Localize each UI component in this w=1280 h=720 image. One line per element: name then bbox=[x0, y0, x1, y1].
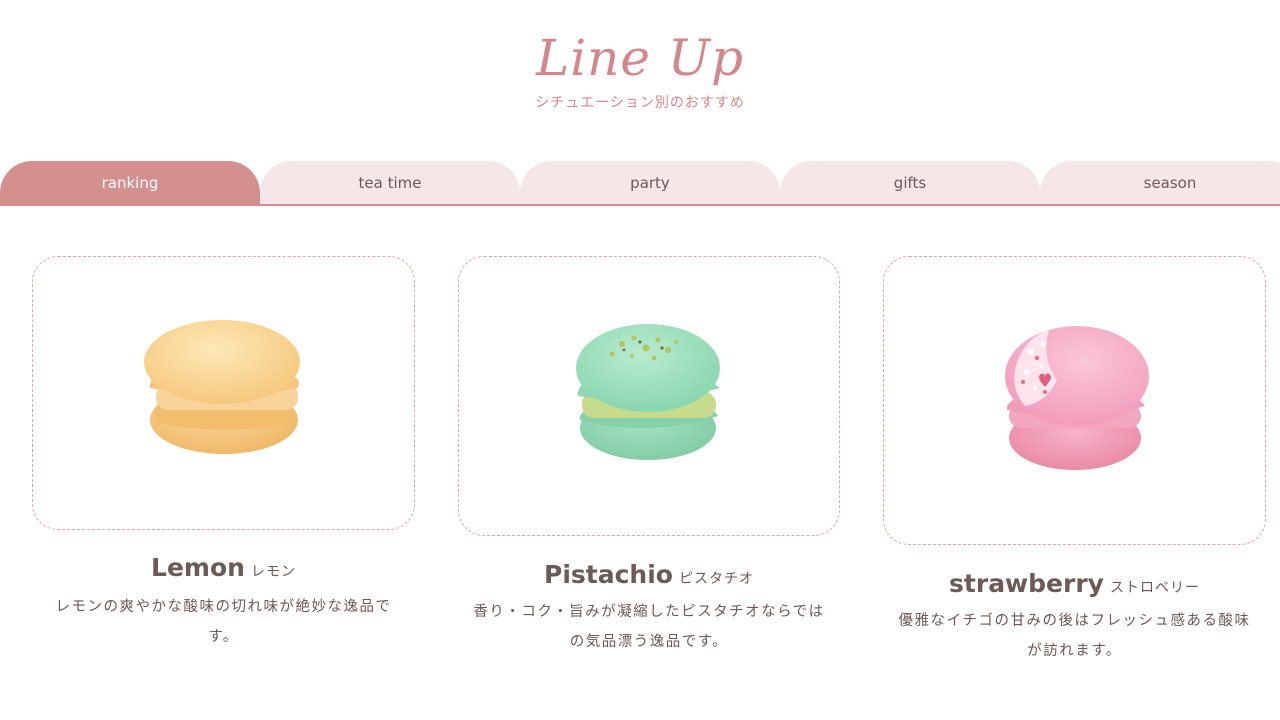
product-card-lemon[interactable]: Lemon レモン レモンの爽やかな酸味の切れ味が絶妙な逸品で す。 bbox=[32, 256, 415, 656]
section-header: Line Up シチュエーション別のおすすめ bbox=[0, 28, 1280, 112]
product-description: 優雅なイチゴの甘みの後はフレッシュ感ある酸味 が訪れます。 bbox=[883, 606, 1266, 666]
product-name: Pistachio bbox=[544, 560, 673, 589]
product-title: Lemon レモン bbox=[32, 553, 415, 582]
product-card-pistachio[interactable]: Pistachio ピスタチオ 香り・コク・旨みが凝縮したピスタチオならでは の気… bbox=[458, 256, 840, 666]
product-card-strawberry[interactable]: strawberry ストロベリー 優雅なイチゴの甘みの後はフレッシュ感ある酸味 … bbox=[883, 256, 1266, 676]
lineup-section: Line Up シチュエーション別のおすすめ ranking tea time … bbox=[0, 0, 1280, 720]
tab-label: season bbox=[1143, 174, 1197, 192]
product-desc-line: が訪れます。 bbox=[1027, 643, 1122, 659]
tab-season[interactable]: season bbox=[1040, 161, 1280, 205]
product-desc-line: 優雅なイチゴの甘みの後はフレッシュ感ある酸味 bbox=[898, 613, 1251, 629]
tab-label: ranking bbox=[101, 174, 159, 192]
product-description: 香り・コク・旨みが凝縮したピスタチオならでは の気品漂う逸品です。 bbox=[458, 597, 840, 657]
product-desc-line: 香り・コク・旨みが凝縮したピスタチオならでは bbox=[473, 604, 825, 620]
product-desc-line: レモンの爽やかな酸味の切れ味が絶妙な逸品で bbox=[55, 599, 392, 615]
tab-party[interactable]: party bbox=[520, 161, 780, 205]
tab-ranking[interactable]: ranking bbox=[0, 161, 260, 205]
tab-label: gifts bbox=[893, 174, 927, 192]
lemon-macaron-image bbox=[144, 320, 300, 454]
product-description: レモンの爽やかな酸味の切れ味が絶妙な逸品で す。 bbox=[32, 592, 415, 652]
pistachio-macaron-image bbox=[576, 324, 720, 460]
product-name: strawberry bbox=[949, 569, 1104, 598]
product-title: Pistachio ピスタチオ bbox=[458, 560, 840, 589]
section-subtitle: シチュエーション別のおすすめ bbox=[535, 95, 745, 111]
category-tabs: ranking tea time party gifts season bbox=[0, 161, 1280, 205]
tab-underline bbox=[0, 204, 1280, 206]
product-kana: ストロベリー bbox=[1109, 580, 1200, 596]
strawberry-macaron-image bbox=[1005, 326, 1149, 470]
product-title: strawberry ストロベリー bbox=[883, 569, 1266, 598]
tab-label: tea time bbox=[358, 174, 422, 192]
section-title: Line Up bbox=[535, 29, 745, 87]
product-kana: レモン bbox=[250, 564, 296, 580]
product-name: Lemon bbox=[151, 553, 245, 582]
product-desc-line: す。 bbox=[208, 629, 239, 645]
product-desc-line: の気品漂う逸品です。 bbox=[569, 634, 729, 650]
product-kana: ピスタチオ bbox=[678, 571, 754, 587]
tab-tea-time[interactable]: tea time bbox=[260, 161, 520, 205]
tab-gifts[interactable]: gifts bbox=[780, 161, 1040, 205]
tab-label: party bbox=[630, 174, 670, 192]
